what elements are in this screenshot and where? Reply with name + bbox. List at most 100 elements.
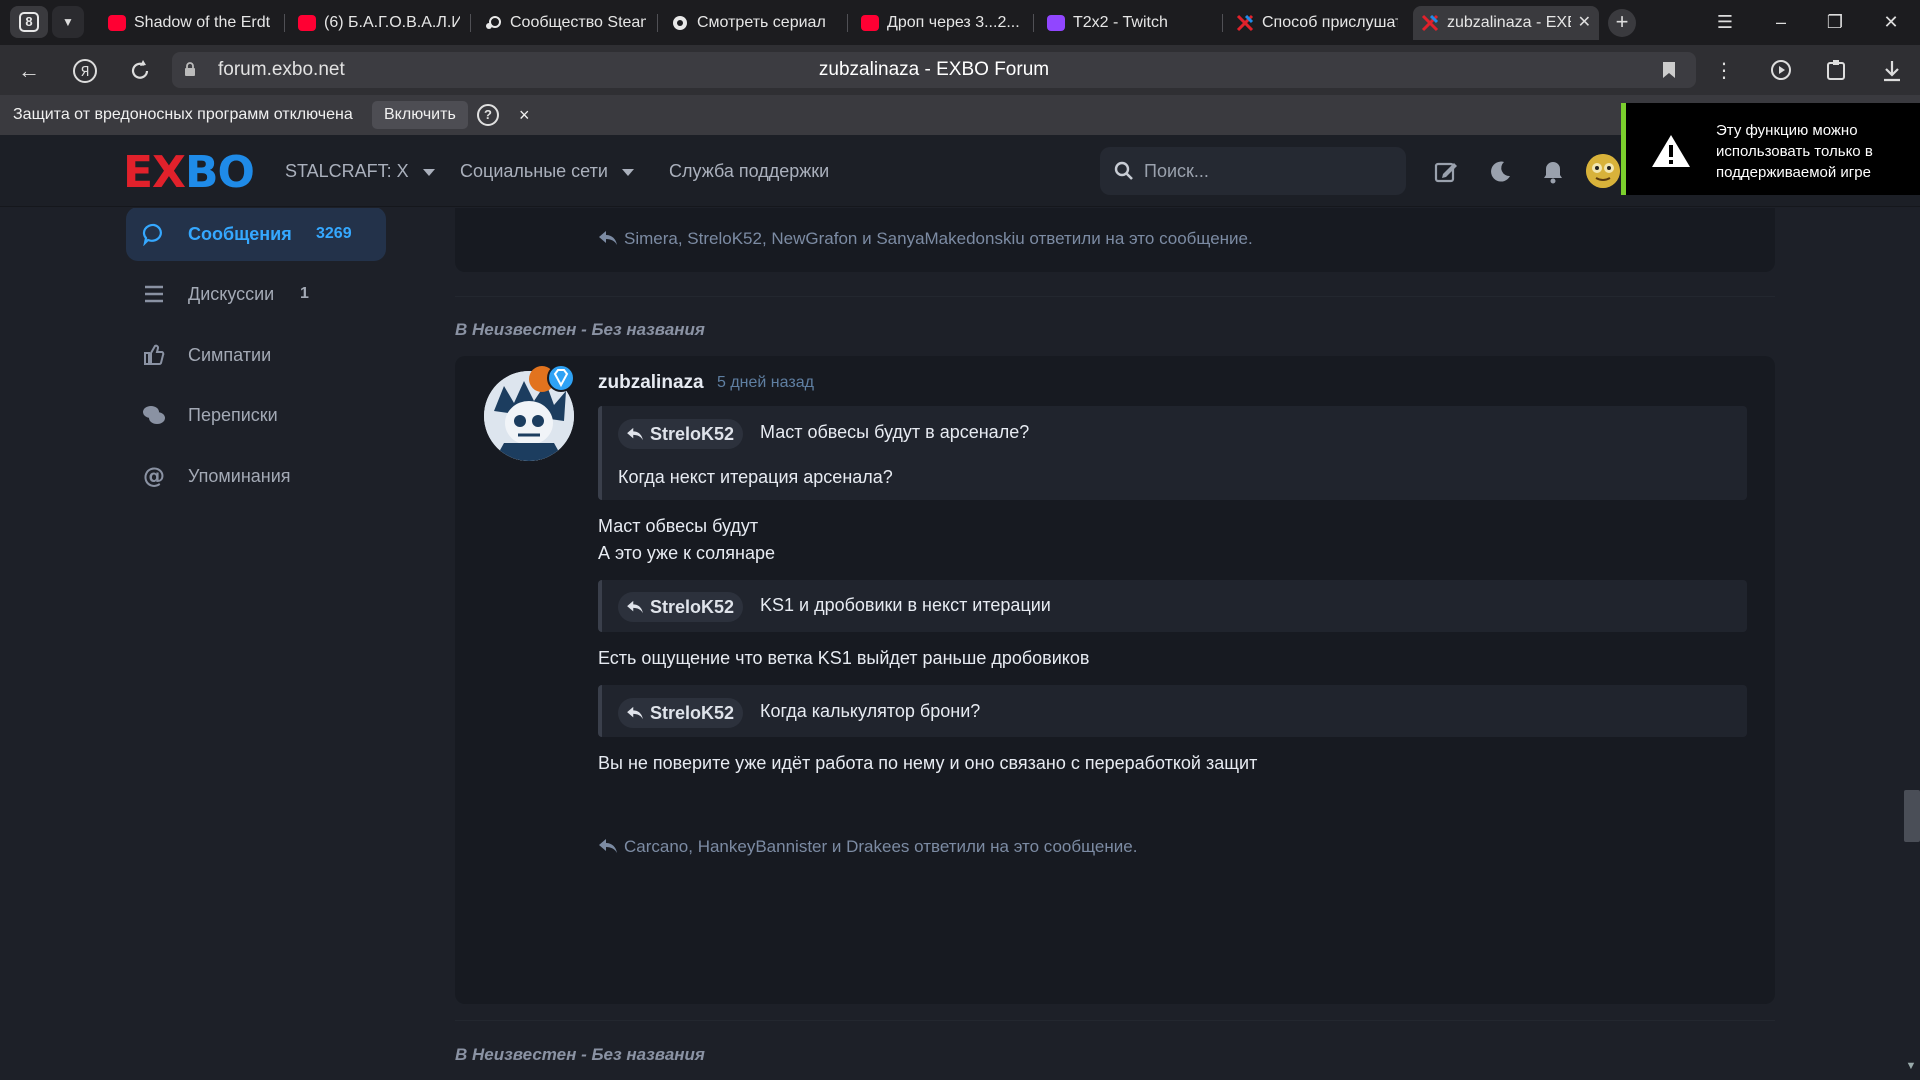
compose-icon[interactable] <box>1433 159 1459 185</box>
quote-author: StreloK52 <box>650 597 735 617</box>
yandex-icon[interactable]: Я <box>71 57 99 85</box>
nav-label: STALCRAFT: X <box>285 161 409 181</box>
tab-title: zubzalinaza - EXBO Forum <box>1447 14 1571 31</box>
svg-text:Я: Я <box>80 65 89 80</box>
browser-tab[interactable]: Смотреть сериал <box>663 6 841 40</box>
extensions-icon[interactable] <box>1823 57 1851 85</box>
new-tab-button[interactable]: + <box>1608 9 1636 37</box>
avatar-face-icon <box>1586 154 1620 188</box>
tab-title: Способ прислушаться <box>1262 14 1398 31</box>
user-avatar[interactable] <box>1586 154 1620 188</box>
more-options-icon[interactable]: ⋮ <box>1710 57 1738 85</box>
youtube-icon <box>108 15 126 31</box>
reactions-line[interactable]: Carcano, HankeyBannister и Drakees ответ… <box>598 837 1137 857</box>
tab-title: Дроп через 3...2... <box>887 14 1020 31</box>
notifications-bell-icon[interactable] <box>1540 159 1566 185</box>
browser-tab[interactable]: (6) Б.А.Г.О.В.А.Л.И <box>290 6 468 40</box>
url-field[interactable]: forum.exbo.net zubzalinaza - EXBO Forum <box>172 52 1696 88</box>
search-input[interactable]: Поиск... <box>1100 147 1406 195</box>
youtube-icon <box>298 15 316 31</box>
close-tab-icon[interactable]: ✕ <box>1578 6 1591 40</box>
nav-social[interactable]: Социальные сети <box>460 135 634 207</box>
tab-counter-button[interactable]: 8 <box>10 6 48 38</box>
feed-divider <box>455 296 1775 297</box>
browser-tab[interactable]: Сообщество Steam <box>476 6 654 40</box>
reload-icon[interactable] <box>126 57 154 85</box>
reply-arrow-icon <box>627 427 643 441</box>
browser-tab[interactable]: Дроп через 3...2... <box>853 6 1031 40</box>
reply-arrow-icon <box>599 231 617 245</box>
tab-title: Смотреть сериал <box>697 14 826 31</box>
tab-list-chevron-icon[interactable]: ▼ <box>52 6 84 38</box>
reactions-text: Simera, StreloK52, NewGrafon и SanyaMake… <box>624 229 1253 248</box>
search-placeholder: Поиск... <box>1144 161 1209 181</box>
post-time[interactable]: 5 дней назад <box>717 374 814 392</box>
browser-tab[interactable]: Способ прислушаться <box>1228 6 1406 40</box>
close-banner-icon[interactable]: × <box>519 95 530 135</box>
quote-block: StreloK52 Маст обвесы будут в арсенале? … <box>598 406 1747 500</box>
sidebar-item-label: Переписки <box>188 405 278 425</box>
quote-author-chip[interactable]: StreloK52 <box>618 419 744 449</box>
tab-title: Shadow of the Erdtree <box>134 14 270 31</box>
feed-divider <box>455 1020 1775 1021</box>
tab-separator <box>284 14 285 32</box>
nav-label: Социальные сети <box>460 161 608 181</box>
reply-arrow-icon <box>627 706 643 720</box>
site-icon <box>673 16 687 30</box>
back-icon[interactable]: ← <box>15 57 43 85</box>
sidebar-item-mentions[interactable]: @ Упоминания <box>126 449 386 503</box>
tab-count: 8 <box>19 12 39 32</box>
browser-menu-icon[interactable]: ☰ <box>1710 8 1740 36</box>
toast-message: Эту функцию можно использовать только в … <box>1716 122 1873 181</box>
tab-separator <box>657 14 658 32</box>
scroll-down-arrow-icon[interactable]: ▼ <box>1904 1060 1918 1074</box>
sidebar-item-count: 1 <box>300 285 309 302</box>
sidebar-item-conversations[interactable]: Переписки <box>126 388 386 442</box>
reactions-line[interactable]: Simera, StreloK52, NewGrafon и SanyaMake… <box>598 229 1253 249</box>
unsupported-game-toast: Эту функцию можно использовать только в … <box>1621 103 1920 195</box>
logo-part-red: EX <box>123 147 186 198</box>
dark-mode-icon[interactable] <box>1487 159 1513 185</box>
quote-author-chip[interactable]: StreloK52 <box>618 698 744 728</box>
exbo-icon <box>1421 15 1439 31</box>
quote-text: Маст обвесы будут в арсенале? <box>760 422 1030 442</box>
browser-tab-active[interactable]: zubzalinaza - EXBO Forum ✕ <box>1413 6 1599 40</box>
close-window-icon[interactable]: ✕ <box>1876 8 1906 36</box>
enable-protection-button[interactable]: Включить <box>372 101 468 129</box>
page-scrollbar[interactable] <box>1902 208 1920 1080</box>
search-icon <box>1114 161 1133 180</box>
svg-text:@: @ <box>143 464 165 488</box>
thread-label: В Неизвестен - Без названия <box>455 1045 705 1065</box>
sidebar-item-messages[interactable]: Сообщения 3269 <box>126 208 386 261</box>
help-icon[interactable]: ? <box>477 104 499 126</box>
thread-title-link[interactable]: Неизвестен - Без названия <box>472 1045 705 1064</box>
quote-author-chip[interactable]: StreloK52 <box>618 592 744 622</box>
scrollbar-thumb[interactable] <box>1904 790 1920 842</box>
tab-separator <box>1033 14 1034 32</box>
post-text: Есть ощущение что ветка KS1 выйдет раньш… <box>598 648 1090 668</box>
page-content: Сообщения 3269 Дискуссии 1 Симпатии Пере… <box>0 208 1920 1080</box>
post-author-name[interactable]: zubzalinaza <box>598 372 704 394</box>
restore-icon[interactable]: ❐ <box>1820 8 1850 36</box>
minimize-icon[interactable]: – <box>1766 8 1796 36</box>
sidebar-item-likes[interactable]: Симпатии <box>126 328 386 382</box>
sidebar-item-label: Сообщения <box>188 224 292 244</box>
thread-title-link[interactable]: Неизвестен - Без названия <box>472 320 705 339</box>
exbo-icon <box>1236 15 1254 31</box>
exbo-logo[interactable]: EXBO <box>123 151 255 195</box>
browser-tab[interactable]: T2x2 - Twitch <box>1039 6 1217 40</box>
sidebar-item-label: Упоминания <box>188 466 291 486</box>
bookmark-icon[interactable] <box>1662 61 1676 79</box>
sidebar-item-discussions[interactable]: Дискуссии 1 <box>126 267 386 321</box>
nav-stalcraft[interactable]: STALCRAFT: X <box>285 135 435 207</box>
browser-tab[interactable]: Shadow of the Erdtree <box>100 6 278 40</box>
speech-bubble-icon <box>142 223 162 246</box>
play-video-icon[interactable] <box>1768 57 1796 85</box>
nav-support[interactable]: Служба поддержки <box>669 135 829 207</box>
youtube-icon <box>861 15 879 31</box>
post-card: zubzalinaza 5 дней назад StreloK52 Маст … <box>455 356 1775 1004</box>
download-icon[interactable] <box>1878 57 1906 85</box>
browser-tab-bar: 8 ▼ Shadow of the Erdtree (6) Б.А.Г.О.В.… <box>0 0 1920 45</box>
previous-post-card: Simera, StreloK52, NewGrafon и SanyaMake… <box>455 208 1775 272</box>
nav-label: Служба поддержки <box>669 161 830 181</box>
